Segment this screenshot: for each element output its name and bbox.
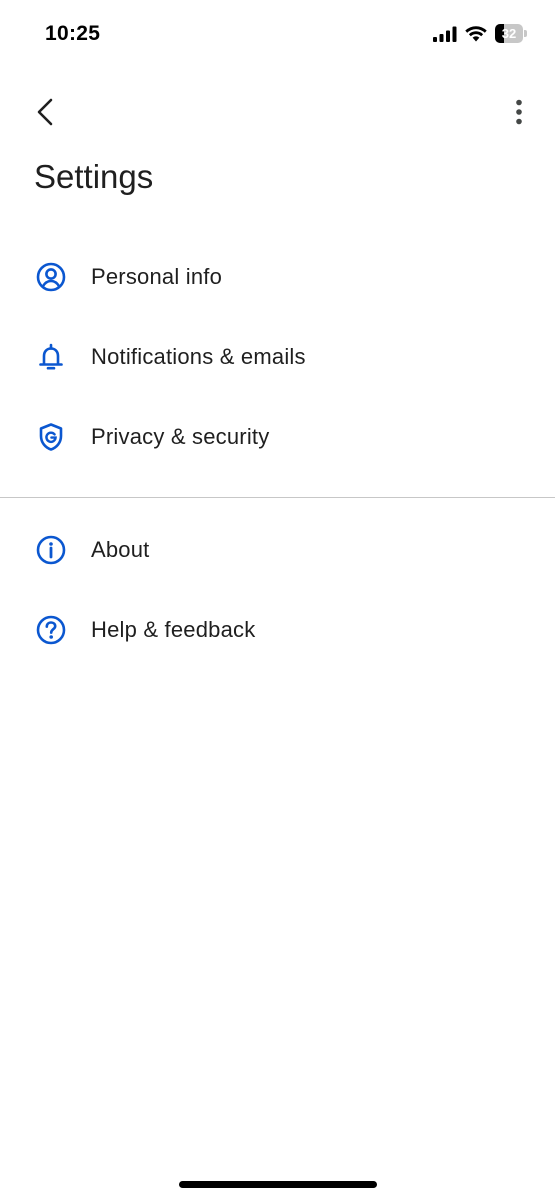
bell-icon <box>35 341 67 373</box>
settings-item-label: Privacy & security <box>91 424 270 449</box>
more-options-button[interactable] <box>497 88 541 136</box>
account-circle-icon <box>35 261 67 293</box>
wifi-icon <box>465 26 487 42</box>
section-divider <box>0 497 555 498</box>
status-icons: 32 <box>433 24 527 43</box>
top-app-bar <box>0 80 555 144</box>
info-icon <box>35 534 67 566</box>
settings-item-label: Notifications & emails <box>91 344 306 369</box>
settings-item-help-feedback[interactable]: Help & feedback <box>0 590 555 670</box>
status-bar: 10:25 32 <box>0 0 555 70</box>
help-icon <box>35 614 67 646</box>
settings-item-label: Personal info <box>91 264 223 289</box>
settings-item-label: Help & feedback <box>91 617 256 642</box>
settings-item-notifications[interactable]: Notifications & emails <box>0 317 555 397</box>
settings-list-support: About Help & feedback <box>0 510 555 670</box>
page-title: Settings <box>34 158 154 195</box>
back-button[interactable] <box>22 88 70 136</box>
settings-item-label: About <box>91 537 150 562</box>
shield-g-icon <box>35 421 67 453</box>
home-indicator <box>179 1181 377 1188</box>
settings-item-privacy-security[interactable]: Privacy & security <box>0 397 555 477</box>
battery-icon: 32 <box>495 24 527 43</box>
settings-item-personal-info[interactable]: Personal info <box>0 237 555 317</box>
more-vert-icon <box>516 99 522 125</box>
settings-list-account: Personal info Notifications & emails Pri… <box>0 237 555 477</box>
settings-item-about[interactable]: About <box>0 510 555 590</box>
cellular-signal-icon <box>433 26 457 42</box>
arrow-back-icon <box>37 98 53 126</box>
status-time: 10:25 <box>45 22 101 45</box>
battery-level: 32 <box>501 26 517 41</box>
